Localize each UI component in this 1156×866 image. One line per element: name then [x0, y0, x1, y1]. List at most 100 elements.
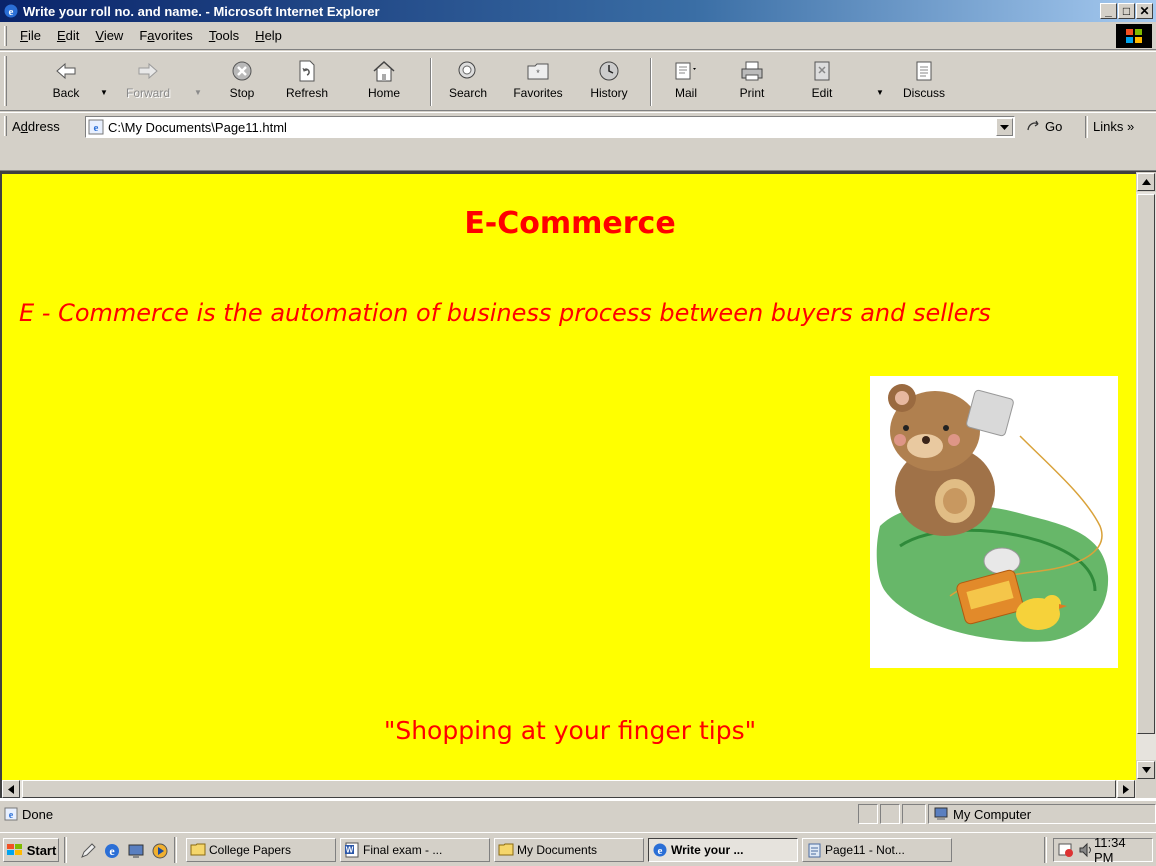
menu-bar-grip[interactable] — [4, 26, 7, 46]
vertical-scrollbar[interactable] — [1136, 172, 1156, 780]
back-label: Back — [52, 86, 80, 100]
home-button[interactable]: Home — [362, 56, 406, 108]
title-bar: e Write your roll no. and name. - Micros… — [0, 0, 1156, 22]
browser-chrome: File Edit View Favorites Tools Help Back… — [0, 22, 1156, 172]
windows-logo-icon — [1116, 24, 1152, 48]
standard-toolbar: Back ▼ Forward ▼ Stop Refresh Home Searc… — [0, 51, 1156, 111]
task-my-documents[interactable]: My Documents — [494, 838, 644, 862]
window-title: Write your roll no. and name. - Microsof… — [23, 3, 380, 19]
status-panel: e Done — [0, 804, 855, 824]
svg-text:e: e — [9, 6, 14, 18]
forward-arrow-icon — [135, 58, 161, 84]
refresh-button[interactable]: Refresh — [280, 56, 334, 108]
edit-button[interactable]: Edit — [802, 56, 842, 108]
clock: 11:34 PM — [1094, 835, 1126, 865]
word-doc-icon: W — [344, 842, 360, 858]
volume-icon[interactable] — [1078, 842, 1094, 858]
maximize-button[interactable]: □ — [1118, 3, 1135, 19]
address-label: Address — [12, 119, 60, 134]
links-button[interactable]: Links » — [1093, 119, 1134, 134]
task-final-exam[interactable]: W Final exam - ... — [340, 838, 490, 862]
taskbar-separator — [174, 837, 177, 863]
menu-view[interactable]: View — [87, 28, 131, 43]
ie-icon: e — [3, 3, 19, 19]
status-bar: e Done My Computer — [0, 800, 1156, 832]
status-text: Done — [22, 806, 54, 822]
history-button[interactable]: History — [584, 56, 634, 108]
task-college-papers[interactable]: College Papers — [186, 838, 336, 862]
edit-dropdown-icon[interactable]: ▼ — [876, 88, 884, 97]
address-bar-grip[interactable] — [4, 116, 7, 136]
scroll-right-button[interactable] — [1117, 780, 1135, 798]
forward-dropdown-icon[interactable]: ▼ — [194, 88, 202, 97]
notepad-icon — [806, 842, 822, 858]
home-icon — [371, 58, 397, 84]
my-computer-icon — [933, 807, 949, 821]
go-arrow-icon — [1027, 120, 1039, 131]
start-label: Start — [26, 842, 57, 858]
stop-button[interactable]: Stop — [220, 56, 264, 108]
search-button[interactable]: Search — [440, 56, 496, 108]
folder-icon — [498, 842, 514, 858]
arrow-right-icon — [1123, 784, 1129, 794]
edit-page-icon — [809, 58, 835, 84]
favorites-button[interactable]: * Favorites — [506, 56, 570, 108]
arrow-down-icon — [1141, 767, 1151, 773]
toolbar-separator — [650, 58, 652, 106]
task-page11-notepad[interactable]: Page11 - Not... — [802, 838, 952, 862]
edit-label: Edit — [811, 86, 833, 100]
page-done-icon: e — [4, 807, 18, 821]
status-panel-offline — [902, 804, 926, 824]
status-panel-lock — [880, 804, 900, 824]
scroll-left-button[interactable] — [2, 780, 20, 798]
history-clock-icon — [596, 58, 622, 84]
go-button[interactable]: Go — [1025, 118, 1062, 134]
address-dropdown-button[interactable] — [996, 118, 1013, 136]
taskbar-separator — [64, 837, 67, 863]
back-dropdown-icon[interactable]: ▼ — [100, 88, 108, 97]
task-scheduler-icon[interactable] — [1058, 842, 1074, 858]
forward-label: Forward — [125, 86, 170, 100]
quicklaunch-media-icon[interactable] — [150, 841, 170, 861]
horizontal-scrollbar[interactable] — [2, 780, 1136, 798]
minimize-button[interactable]: _ — [1100, 3, 1117, 19]
quicklaunch-ie-icon[interactable]: e — [102, 841, 122, 861]
menu-edit[interactable]: Edit — [49, 28, 87, 43]
forward-button[interactable]: Forward — [122, 56, 174, 108]
close-button[interactable]: ✕ — [1136, 3, 1153, 19]
menu-help[interactable]: Help — [247, 28, 290, 43]
refresh-label: Refresh — [285, 86, 329, 100]
svg-text:*: * — [536, 68, 540, 78]
taskbar-separator — [1044, 837, 1047, 863]
favorites-folder-icon: * — [525, 58, 551, 84]
address-input[interactable]: e C:\My Documents\Page11.html — [85, 116, 1015, 138]
home-label: Home — [367, 86, 400, 100]
menu-tools[interactable]: Tools — [201, 28, 247, 43]
scroll-down-button[interactable] — [1137, 761, 1155, 779]
mail-button[interactable]: Mail — [664, 56, 708, 108]
arrow-up-icon — [1141, 179, 1151, 185]
horizontal-scroll-thumb[interactable] — [22, 780, 1116, 798]
back-arrow-icon — [53, 58, 79, 84]
vertical-scroll-thumb[interactable] — [1137, 194, 1155, 734]
scroll-up-button[interactable] — [1137, 173, 1155, 191]
refresh-icon — [294, 58, 320, 84]
toolbar-grip[interactable] — [4, 56, 7, 106]
start-button[interactable]: Start — [3, 838, 59, 862]
discuss-button[interactable]: Discuss — [894, 56, 954, 108]
quicklaunch-edit-icon[interactable] — [78, 841, 98, 861]
print-button[interactable]: Print — [732, 56, 772, 108]
address-url: C:\My Documents\Page11.html — [108, 119, 287, 135]
menu-favorites[interactable]: Favorites — [131, 28, 200, 43]
task-write-your[interactable]: e Write your ... — [648, 838, 798, 862]
favorites-label: Favorites — [513, 86, 563, 100]
chevron-down-icon — [1000, 125, 1009, 130]
menu-bar: File Edit View Favorites Tools Help — [0, 22, 1156, 50]
back-button[interactable]: Back — [44, 56, 88, 108]
page-ie-icon: e — [88, 119, 104, 135]
arrow-left-icon — [8, 784, 14, 794]
page-heading: E-Commerce — [464, 206, 676, 241]
quicklaunch-desktop-icon[interactable] — [126, 841, 146, 861]
menu-file[interactable]: File — [12, 28, 49, 43]
svg-text:e: e — [94, 122, 99, 134]
